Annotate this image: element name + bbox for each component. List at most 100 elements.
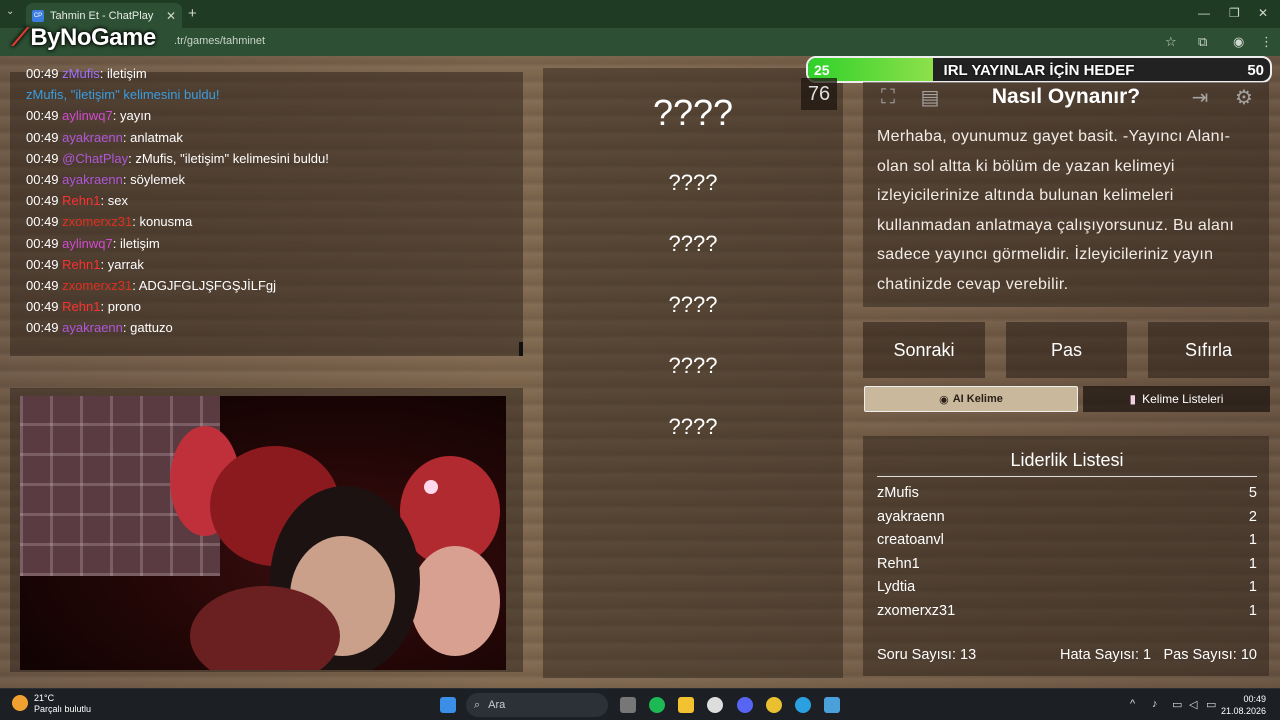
chat-message: 00:49 ayakraenn: anlatmak <box>26 130 183 145</box>
leaderboard-row: zxomerxz31 1 <box>877 603 1257 619</box>
chat-username[interactable]: Rehn1 <box>62 193 100 208</box>
favicon-icon: CP <box>32 9 44 22</box>
chat-message: 00:49 Rehn1: sex <box>26 193 128 208</box>
chat-username[interactable]: @ChatPlay <box>62 151 128 166</box>
taskbar-search[interactable]: ⌕ Ara <box>466 693 608 717</box>
chat-text: : ADGJFGLJŞFGŞJİLFgj <box>132 278 277 293</box>
chat-scrollbar[interactable] <box>519 342 523 356</box>
chat-username[interactable]: ayakraenn <box>62 172 123 187</box>
logo-text: ByNoGame <box>30 24 156 51</box>
ai-word-label: AI Kelime <box>952 393 1003 405</box>
chat-username: zMufis, <box>26 87 68 103</box>
spotify-icon[interactable] <box>649 697 665 713</box>
chat-username[interactable]: Rehn1 <box>62 299 100 314</box>
chat-text: : yayın <box>112 108 152 124</box>
tab-list-icon[interactable]: ⌄ <box>6 6 14 17</box>
bookmark-star-icon[interactable]: ☆ <box>1165 34 1177 50</box>
game-page: 00:49 zMufis: iletişim zMufis, "iletişim"… <box>0 56 1280 688</box>
player-score: 1 <box>1248 579 1257 596</box>
restore-icon[interactable]: ❐ <box>1229 6 1240 20</box>
close-tab-icon[interactable]: ✕ <box>166 9 176 23</box>
search-icon: ⌕ <box>474 698 481 711</box>
close-window-icon[interactable]: ✕ <box>1258 6 1268 20</box>
chat-message: 00:49 zxomerxz31: konusma <box>26 214 192 229</box>
chat-username[interactable]: ayakraenn <box>62 130 123 145</box>
chat-time: 00:49 <box>26 278 59 293</box>
leaderboard-row: ayakraenn 2 <box>877 509 1257 525</box>
word-lists-button[interactable]: ▮ Kelime Listeleri <box>1083 386 1270 412</box>
leaderboard-row: creatoanvl 1 <box>877 532 1257 548</box>
clock-date: 21.08.2026 <box>1220 706 1266 716</box>
player-score: 1 <box>1248 532 1257 549</box>
chat-username[interactable]: aylinwq7 <box>62 236 113 251</box>
chat-text: : iletişim <box>99 66 147 81</box>
chat-username[interactable]: Rehn1 <box>62 257 100 272</box>
file-explorer-icon[interactable] <box>678 697 694 713</box>
chat-text: : yarrak <box>100 256 144 272</box>
network-icon[interactable]: ▭ <box>1172 698 1182 711</box>
chat-message: 00:49 aylinwq7: iletişim <box>26 236 160 251</box>
player-score: 1 <box>1248 555 1257 572</box>
chat-text: : sex <box>100 193 128 209</box>
system-clock[interactable]: 00:49 21.08.2026 <box>1221 693 1266 717</box>
player-name: ayakraenn <box>877 508 945 525</box>
clock-time: 00:49 <box>1243 694 1266 704</box>
player-score: 2 <box>1248 508 1257 525</box>
chat-username[interactable]: zMufis <box>62 66 100 81</box>
chat-time: 00:49 <box>26 66 59 81</box>
volume-icon[interactable]: ◁ <box>1189 698 1197 711</box>
chat-username[interactable]: zxomerxz31 <box>62 214 132 229</box>
chat-time: 00:49 <box>26 129 59 145</box>
chrome-icon[interactable] <box>766 697 782 713</box>
chat-username[interactable]: zxomerxz31 <box>62 278 132 293</box>
battery-icon[interactable]: ▭ <box>1206 698 1216 711</box>
goal-progress-bar: 25 IRL YAYINLAR İÇİN HEDEF 50 <box>806 56 1272 83</box>
settings-gear-icon[interactable]: ⚙ <box>1229 84 1259 110</box>
chat-time: 00:49 <box>26 108 59 124</box>
chat-username[interactable]: aylinwq7 <box>62 108 113 123</box>
ai-word-button[interactable]: ◉ AI Kelime <box>864 386 1078 412</box>
chat-message: 00:49 zxomerxz31: ADGJFGLJŞFGŞJİLFgj <box>26 278 276 293</box>
minimize-icon[interactable]: — <box>1198 6 1210 20</box>
error-count: Hata Sayısı: 1 <box>1060 647 1152 663</box>
forbidden-word: ???? <box>668 353 718 378</box>
next-button[interactable]: Sonraki <box>863 322 985 378</box>
edge-icon[interactable] <box>795 697 811 713</box>
tray-chevron-icon[interactable]: ^ <box>1130 698 1135 710</box>
task-view-icon[interactable] <box>620 697 636 713</box>
how-to-play-text: Merhaba, oyunumuz gayet basit. -Yayıncı … <box>877 128 1235 293</box>
profile-icon[interactable]: ◉ <box>1233 34 1244 50</box>
leaderboard-title: Liderlik Listesi <box>877 450 1257 477</box>
menu-icon[interactable]: ⋮ <box>1260 34 1273 50</box>
reset-button[interactable]: Sıfırla <box>1148 322 1269 378</box>
new-tab-icon[interactable]: + <box>188 5 197 22</box>
chat-time: 00:49 <box>26 235 59 251</box>
player-name: Lydtia <box>877 579 916 596</box>
forbidden-word: ???? <box>668 170 718 195</box>
chat-username[interactable]: ayakraenn <box>62 320 123 335</box>
leaderboard-panel: Liderlik Listesi zMufis 5 ayakraenn 2 creato… <box>863 436 1269 676</box>
chat-text: "iletişim" kelimesini buldu! <box>67 87 220 103</box>
weather-temp: 21°C <box>34 693 55 703</box>
discord-icon[interactable] <box>737 697 753 713</box>
chat-time: 00:49 <box>26 299 59 315</box>
chat-time: 00:49 <box>26 214 59 230</box>
player-name: creatoanvl <box>877 532 944 549</box>
pass-button[interactable]: Pas <box>1006 322 1127 378</box>
logout-icon[interactable]: ⇥ <box>1185 84 1215 110</box>
address-bar: .tr/games/tahminet <box>0 28 1280 56</box>
extensions-icon[interactable]: ⧉ <box>1198 34 1207 50</box>
app-settings-icon[interactable] <box>824 697 840 713</box>
robot-icon: ◉ <box>939 393 949 406</box>
chat-message: 00:49 @ChatPlay: zMufis, "iletişim" keli… <box>26 151 329 166</box>
goal-label: IRL YAYINLAR İÇİN HEDEF <box>943 62 1135 79</box>
chat-time: 00:49 <box>26 172 59 187</box>
chat-panel: 00:49 zMufis: iletişim zMufis, "iletişim"… <box>10 66 523 356</box>
streamer-camera <box>10 388 523 672</box>
app-icon[interactable] <box>707 697 723 713</box>
windows-start-icon[interactable] <box>440 697 456 713</box>
mic-icon[interactable]: ♪ <box>1152 698 1158 710</box>
browser-tab-bar: ⌄ CP Tahmin Et - ChatPlay ✕ + — ❐ ✕ <box>0 0 1280 28</box>
url-field[interactable]: .tr/games/tahminet <box>174 35 265 47</box>
bynogame-logo: ⟋ByNoGame <box>12 24 156 52</box>
